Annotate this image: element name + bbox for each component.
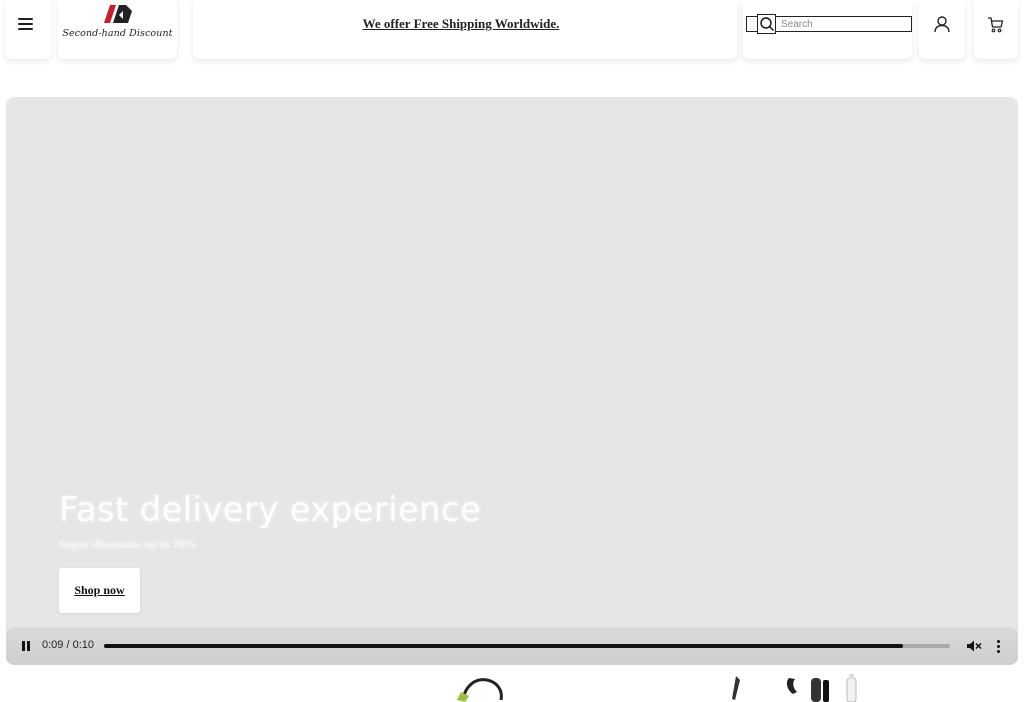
account-icon — [934, 16, 950, 33]
mute-icon[interactable] — [966, 638, 982, 654]
shop-now-button[interactable]: Shop now — [59, 568, 140, 613]
product-image[interactable] — [726, 672, 746, 702]
logo-text: Second-hand Discount — [62, 28, 173, 39]
video-controls: 0:09 / 0:10 — [6, 627, 1018, 665]
search-button[interactable] — [757, 14, 776, 34]
video-time: 0:09 / 0:10 — [42, 639, 94, 651]
hero-title: Fast delivery experience — [59, 490, 482, 530]
hero-subtitle: Super discounts up to 70% — [59, 537, 197, 551]
site-logo[interactable]: Second-hand Discount — [58, 3, 177, 47]
more-options-icon[interactable] — [994, 638, 1002, 654]
account-button[interactable] — [932, 14, 952, 34]
product-image[interactable] — [783, 672, 863, 702]
logo-mark-icon — [103, 5, 132, 23]
search-icon — [759, 17, 774, 31]
cart-icon — [987, 16, 1003, 32]
announcement-link[interactable]: We offer Free Shipping Worldwide. — [193, 16, 729, 32]
pause-icon[interactable] — [20, 640, 32, 652]
hero-video[interactable]: Fast delivery experience Super discounts… — [6, 97, 1018, 665]
video-progress-fill — [104, 644, 904, 648]
menu-icon[interactable] — [15, 14, 35, 34]
product-strip — [0, 672, 1024, 702]
search-input[interactable] — [781, 17, 909, 31]
cart-button[interactable] — [985, 14, 1005, 34]
video-progress-bar[interactable] — [104, 644, 950, 648]
product-image[interactable] — [455, 672, 509, 702]
